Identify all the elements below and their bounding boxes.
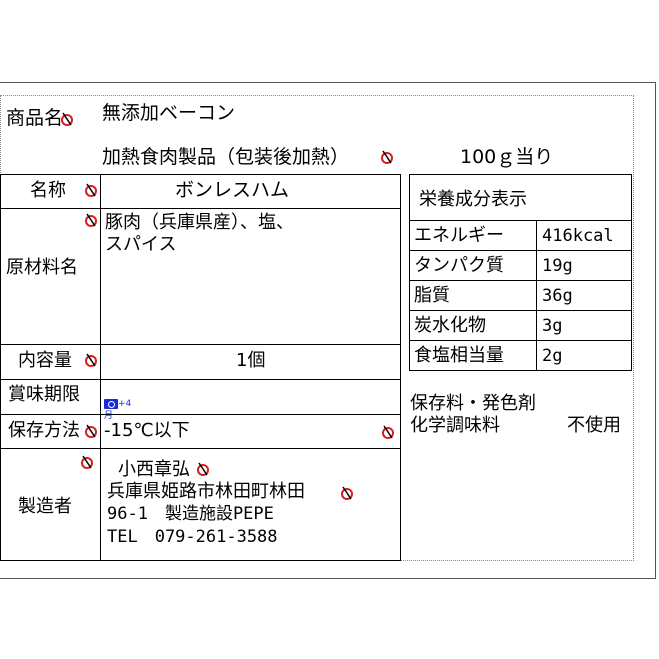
nutrition-row-value: 3g [542, 316, 563, 336]
nutrition-row-value: 19g [542, 256, 573, 276]
anchor-icon [85, 424, 97, 438]
anchor-icon [85, 213, 97, 227]
nutrition-row-value: 36g [542, 286, 573, 306]
anchor-icon [61, 112, 73, 126]
anchor-icon [381, 150, 393, 164]
product-name-value: 無添加ベーコン [102, 102, 236, 124]
anchor-icon [341, 486, 353, 500]
nutrition-row-label: タンパク質 [414, 255, 504, 276]
storage-label: 保存方法 [8, 420, 80, 441]
calendar-icon [104, 398, 118, 409]
nutrition-row-label: 食塩相当量 [414, 345, 504, 366]
maker-name: 小西章弘 [118, 459, 190, 480]
product-category: 加熱食肉製品（包装後加熱） [102, 146, 350, 168]
ingredients-label: 原材料名 [6, 257, 78, 278]
maker-tel: TEL 079-261-3588 [107, 527, 278, 547]
anchor-icon [85, 183, 97, 197]
expiry-badge: +4月 [104, 398, 132, 421]
maker-address-line1: 兵庫県姫路市林田町林田 [107, 481, 305, 502]
anchor-icon [197, 462, 209, 476]
expiry-label: 賞味期限 [8, 384, 80, 405]
per-amount-label: 100ｇ当り [460, 146, 554, 168]
name-label: 名称 [30, 180, 66, 201]
product-name-label: 商品名 [6, 107, 64, 129]
nutrition-row-label: 炭水化物 [414, 315, 486, 336]
content-value: 1個 [236, 350, 266, 371]
nutrition-title: 栄養成分表示 [419, 189, 527, 210]
nutrition-row-label: エネルギー [414, 225, 504, 246]
additives-line2-label: 化学調味料 [410, 415, 500, 436]
additives-line1: 保存料・発色剤 [410, 393, 536, 414]
ingredients-line2: スパイス [105, 234, 177, 255]
anchor-icon [81, 455, 93, 469]
content-label: 内容量 [18, 350, 72, 371]
maker-label: 製造者 [18, 496, 72, 517]
anchor-icon [85, 353, 97, 367]
name-value: ボンレスハム [175, 179, 290, 201]
info-table-divider [100, 174, 101, 561]
nutrition-row-value: 416kcal [542, 226, 614, 246]
nutrition-row-label: 脂質 [414, 285, 450, 306]
maker-address-line2: 96-1 製造施設PEPE [107, 504, 274, 524]
ingredients-line1: 豚肉（兵庫県産）、塩、 [105, 212, 294, 233]
nutrition-row-value: 2g [542, 346, 563, 366]
anchor-icon [382, 425, 394, 439]
additives-line2-value: 不使用 [567, 415, 621, 436]
storage-value: -15℃以下 [104, 420, 190, 441]
